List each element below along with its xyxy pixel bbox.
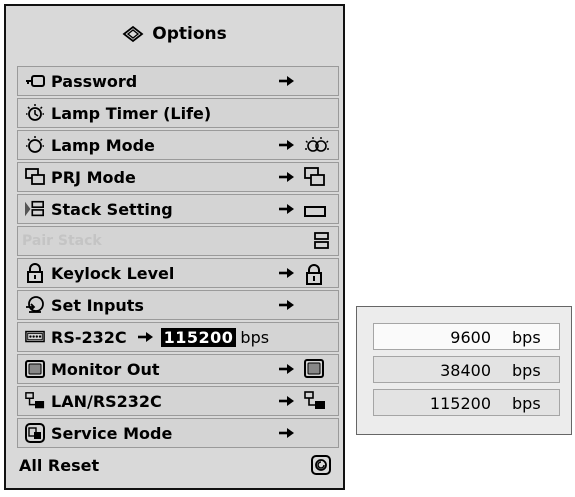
menu-item-all-reset[interactable]: All Reset — [17, 450, 339, 480]
menu-item-monitor-out[interactable]: Monitor Out — [17, 354, 339, 384]
stack-single-icon — [304, 203, 326, 222]
service-mode-icon — [25, 423, 45, 443]
menu-item-lamp-timer[interactable]: Lamp Timer (Life) — [17, 98, 339, 128]
baud-option-unit: bps — [512, 328, 541, 347]
rs232c-baud-value: 115200 — [160, 327, 237, 347]
menu-item-label: Lamp Timer (Life) — [51, 103, 212, 123]
baud-option-unit: bps — [512, 394, 541, 413]
baud-option-38400[interactable]: 38400 bps — [373, 356, 560, 383]
prj-mode-value-icon — [304, 167, 326, 191]
lamp-timer-icon — [25, 103, 45, 123]
menu-item-label: Pair Stack — [22, 233, 102, 249]
baud-option-value: 9600 — [450, 328, 491, 347]
options-icon — [122, 25, 144, 43]
arrow-right-icon — [278, 169, 296, 188]
lan-rs232c-icon — [25, 391, 45, 411]
menu-title: Options — [6, 12, 343, 56]
lan-rs232c-value-icon — [304, 391, 326, 415]
menu-item-password[interactable]: Password — [17, 66, 339, 96]
menu-items: Password Lamp Timer (Life) Lamp Mode PRJ… — [17, 66, 339, 482]
arrow-right-icon — [278, 393, 296, 412]
arrow-right-icon — [278, 297, 296, 316]
baud-option-value: 38400 — [440, 361, 491, 380]
key-icon — [25, 71, 45, 91]
arrow-right-icon — [278, 137, 296, 156]
set-inputs-icon — [25, 295, 45, 315]
pair-stack-icon — [314, 227, 330, 255]
menu-item-set-inputs[interactable]: Set Inputs — [17, 290, 339, 320]
arrow-right-icon — [278, 201, 296, 220]
baud-option-115200[interactable]: 115200 bps — [373, 389, 560, 416]
menu-item-rs232c[interactable]: RS-232C 115200 bps — [17, 322, 339, 352]
rs232c-icon — [25, 327, 45, 347]
keylock-value-icon — [304, 263, 324, 289]
menu-item-lan-rs232c[interactable]: LAN/RS232C — [17, 386, 339, 416]
lamp-icon — [25, 135, 45, 155]
options-menu: Options Password Lamp Timer (Life) Lamp … — [4, 4, 345, 490]
monitor-out-value-icon — [304, 359, 324, 383]
menu-item-lamp-mode[interactable]: Lamp Mode — [17, 130, 339, 160]
arrow-right-icon — [278, 265, 296, 284]
menu-title-text: Options — [152, 24, 227, 44]
menu-item-keylock-level[interactable]: Keylock Level — [17, 258, 339, 288]
stack-setting-icon — [25, 199, 45, 219]
arrow-right-icon — [137, 330, 155, 344]
baud-rate-popup: 9600 bps 38400 bps 115200 bps — [356, 306, 572, 435]
monitor-out-icon — [25, 359, 45, 379]
menu-item-prj-mode[interactable]: PRJ Mode — [17, 162, 339, 192]
baud-option-9600[interactable]: 9600 bps — [373, 323, 560, 350]
prj-mode-icon — [25, 167, 45, 187]
baud-option-value: 115200 — [429, 394, 491, 413]
baud-option-unit: bps — [512, 361, 541, 380]
keylock-icon — [25, 263, 45, 283]
menu-item-pair-stack: Pair Stack — [17, 226, 339, 256]
arrow-right-icon — [278, 361, 296, 380]
arrow-right-icon — [278, 425, 296, 444]
menu-item-service-mode[interactable]: Service Mode — [17, 418, 339, 448]
menu-item-stack-setting[interactable]: Stack Setting — [17, 194, 339, 224]
lamp-eco-icon — [304, 135, 330, 159]
menu-item-label: All Reset — [19, 455, 100, 475]
rs232c-baud-unit: bps — [240, 327, 270, 347]
reset-icon — [311, 450, 331, 480]
menu-item-label: RS-232C — [51, 327, 127, 347]
arrow-right-icon — [278, 73, 296, 92]
